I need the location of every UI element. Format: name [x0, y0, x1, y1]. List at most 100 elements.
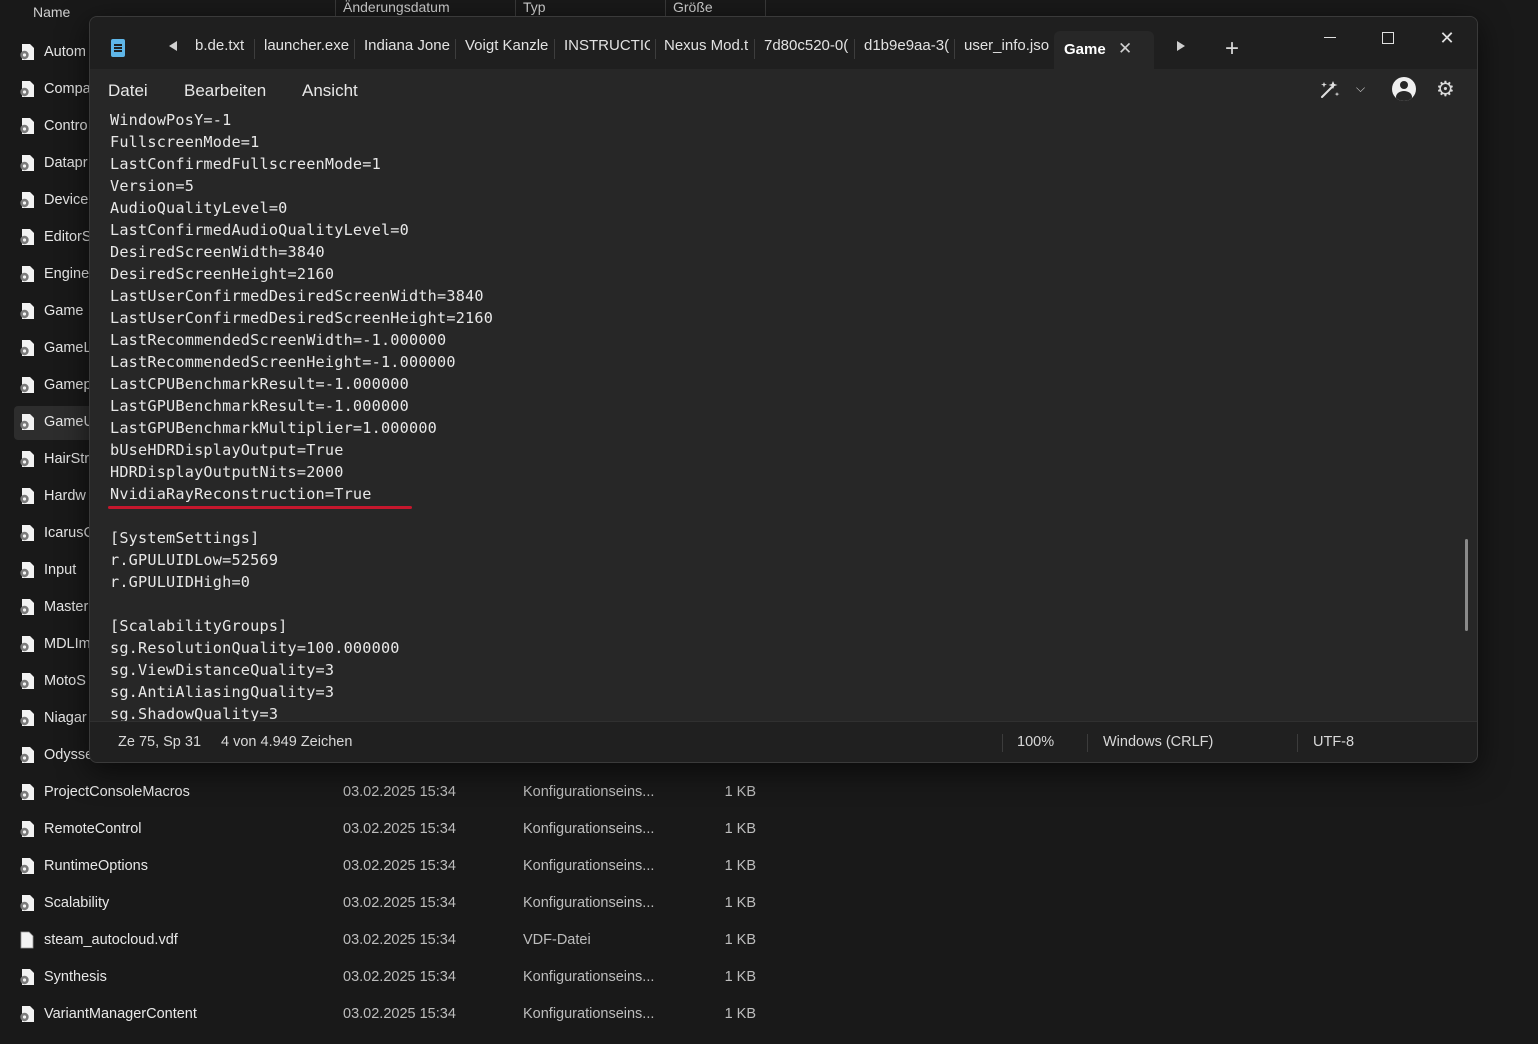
code-line: sg.ShadowQuality=3: [110, 705, 279, 721]
vertical-scrollbar[interactable]: [1465, 539, 1468, 631]
column-header-type[interactable]: Typ: [523, 0, 546, 15]
config-file-icon: [20, 747, 34, 763]
config-file-icon: [20, 525, 34, 541]
file-row[interactable]: RuntimeOptions 03.02.2025 15:34 Konfigurat…: [14, 850, 774, 884]
file-date: 03.02.2025 15:34: [343, 784, 456, 800]
tab-launcher-exe[interactable]: launcher.exe: [264, 37, 354, 61]
tab-user-info-json[interactable]: user_info.jso: [964, 37, 1050, 61]
file-date: 03.02.2025 15:34: [343, 821, 456, 837]
new-tab-plus-icon[interactable]: +: [1225, 35, 1239, 63]
file-name: Hardw: [44, 488, 86, 504]
config-file-icon: [20, 192, 34, 208]
close-tab-icon[interactable]: ✕: [1118, 39, 1132, 59]
file-name: Synthesis: [44, 969, 107, 985]
code-line: LastCPUBenchmarkResult=-1.000000: [110, 375, 409, 393]
code-line: LastUserConfirmedDesiredScreenWidth=3840: [110, 287, 484, 305]
file-row[interactable]: steam_autocloud.vdf 03.02.2025 15:34 VDF-D…: [14, 924, 774, 958]
file-row[interactable]: VariantManagerContent 03.02.2025 15:34 Kon…: [14, 998, 774, 1032]
file-type: Konfigurationseins...: [523, 969, 655, 985]
config-file-icon: [20, 784, 34, 800]
file-row[interactable]: Scalability 03.02.2025 15:34 Konfiguration…: [14, 887, 774, 921]
file-date: 03.02.2025 15:34: [343, 895, 456, 911]
file-size: 1 KB: [724, 858, 756, 874]
zoom-level[interactable]: 100%: [1017, 734, 1054, 750]
code-line: sg.ResolutionQuality=100.000000: [110, 639, 400, 657]
config-file-icon: [20, 155, 34, 171]
tab-7d80c520[interactable]: 7d80c520-0(: [764, 37, 850, 61]
code-line: LastGPUBenchmarkMultiplier=1.000000: [110, 419, 438, 437]
tab-divider: [354, 39, 355, 59]
config-file-icon: [20, 969, 34, 985]
blank-file-icon: [20, 931, 34, 949]
line-ending[interactable]: Windows (CRLF): [1103, 734, 1213, 750]
file-name: Datapr: [44, 155, 88, 171]
menu-ansicht[interactable]: Ansicht: [302, 81, 358, 101]
encoding[interactable]: UTF-8: [1313, 734, 1354, 750]
file-name: GameU: [44, 414, 94, 430]
column-divider: [765, 0, 766, 16]
tab-instructions[interactable]: INSTRUCTIO: [564, 37, 650, 61]
file-name: Compa: [44, 81, 91, 97]
tab-divider: [554, 39, 555, 59]
file-row[interactable]: ProjectConsoleMacros 03.02.2025 15:34 Konf…: [14, 776, 774, 810]
column-header-date[interactable]: Änderungsdatum: [343, 0, 450, 15]
text-editor[interactable]: WindowPosY=-1 FullscreenMode=1 LastConfirm…: [90, 109, 1477, 721]
account-icon[interactable]: [1392, 77, 1416, 101]
column-header-name[interactable]: Name: [33, 4, 70, 20]
code-line: LastUserConfirmedDesiredScreenHeight=216…: [110, 309, 494, 327]
code-line: r.GPULUIDHigh=0: [110, 573, 251, 591]
file-name: Contro: [44, 118, 88, 134]
code-line: AudioQualityLevel=0: [110, 199, 288, 217]
file-size: 1 KB: [724, 1006, 756, 1022]
code-line: LastRecommendedScreenWidth=-1.000000: [110, 331, 447, 349]
gear-icon[interactable]: ⚙: [1436, 77, 1455, 102]
title-bar[interactable]: b.de.txt launcher.exe Indiana Jone Voigt…: [90, 17, 1477, 69]
file-type: Konfigurationseins...: [523, 784, 655, 800]
config-file-icon: [20, 377, 34, 393]
column-header-size[interactable]: Größe: [673, 0, 713, 15]
minimize-icon[interactable]: [1305, 23, 1355, 53]
code-line: Version=5: [110, 177, 195, 195]
tab-divider: [254, 39, 255, 59]
scroll-tabs-right-icon[interactable]: [1177, 41, 1185, 51]
menu-datei[interactable]: Datei: [108, 81, 148, 101]
tab-b-de-txt[interactable]: b.de.txt: [195, 37, 250, 61]
config-file-icon: [20, 821, 34, 837]
config-file-icon: [20, 858, 34, 874]
active-tab-label: Game: [1064, 41, 1106, 58]
config-file-icon: [20, 229, 34, 245]
config-file-icon: [20, 895, 34, 911]
chevron-down-icon[interactable]: ⌵: [1356, 81, 1365, 96]
file-size: 1 KB: [724, 969, 756, 985]
config-file-icon: [20, 44, 34, 60]
file-name: steam_autocloud.vdf: [44, 932, 178, 948]
close-window-icon[interactable]: ✕: [1422, 23, 1472, 53]
code-line: WindowPosY=-1: [110, 111, 232, 129]
character-count: 4 von 4.949 Zeichen: [221, 734, 353, 750]
copilot-icon[interactable]: [1318, 79, 1342, 101]
file-row[interactable]: RemoteControl 03.02.2025 15:34 Konfigurati…: [14, 813, 774, 847]
code-line: r.GPULUIDLow=52569: [110, 551, 279, 569]
code-line: HDRDisplayOutputNits=2000: [110, 463, 344, 481]
menu-bearbeiten[interactable]: Bearbeiten: [184, 81, 266, 101]
code-line: DesiredScreenHeight=2160: [110, 265, 335, 283]
file-name: Niagar: [44, 710, 87, 726]
code-line: bUseHDRDisplayOutput=True: [110, 441, 344, 459]
code-line: sg.AntiAliasingQuality=3: [110, 683, 335, 701]
tab-voigt-kanzlei[interactable]: Voigt Kanzle: [465, 37, 551, 61]
file-type: Konfigurationseins...: [523, 1006, 655, 1022]
config-file-icon: [20, 599, 34, 615]
config-file-icon: [20, 1006, 34, 1022]
scroll-tabs-left-icon[interactable]: [169, 41, 177, 51]
file-size: 1 KB: [724, 895, 756, 911]
tab-game-active[interactable]: Game ✕: [1054, 31, 1154, 69]
file-type: Konfigurationseins...: [523, 895, 655, 911]
file-row[interactable]: Synthesis 03.02.2025 15:34 Konfigurationse…: [14, 961, 774, 995]
tab-d1b9e9aa[interactable]: d1b9e9aa-3(: [864, 37, 950, 61]
file-date: 03.02.2025 15:34: [343, 932, 456, 948]
file-date: 03.02.2025 15:34: [343, 969, 456, 985]
tab-indiana-jones[interactable]: Indiana Jone: [364, 37, 450, 61]
column-divider: [665, 0, 666, 16]
tab-nexus-mod[interactable]: Nexus Mod.t: [664, 37, 750, 61]
maximize-icon[interactable]: [1363, 23, 1413, 53]
